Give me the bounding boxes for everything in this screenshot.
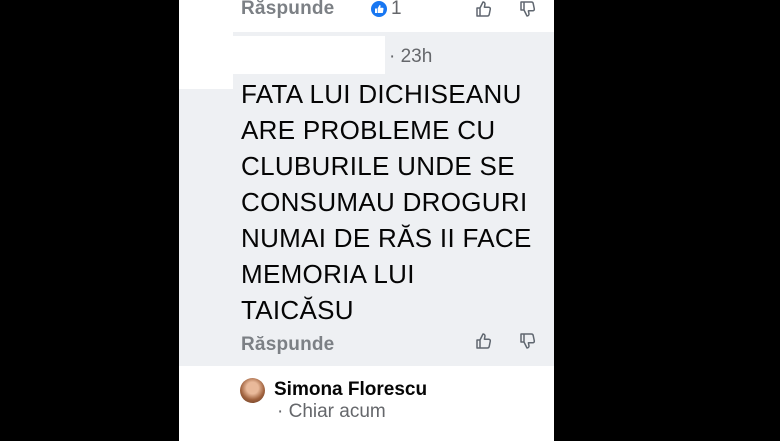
avatar[interactable] <box>240 378 265 403</box>
reply-button[interactable]: Răspunde <box>241 334 334 356</box>
redacted-author-name <box>233 36 385 74</box>
like-count: 1 <box>391 0 402 19</box>
comment-bubble-extension <box>179 89 233 366</box>
comment-author-name[interactable]: Simona Florescu <box>274 379 427 401</box>
like-badge-icon <box>371 1 387 17</box>
thumbs-up-icon[interactable] <box>475 0 493 18</box>
comment-bubble: · 23h FATA LUI DICHISEANU ARE PROBLEME C… <box>233 32 554 366</box>
reply-button[interactable]: Răspunde <box>241 0 334 20</box>
screenshot-stage: Răspunde 1 · 23h FATA LUI DICHISEANU ARE… <box>0 0 780 441</box>
comment-text: FATA LUI DICHISEANU ARE PROBLEME CU CLUB… <box>241 79 532 325</box>
comment-timestamp: · Chiar acum <box>277 401 386 422</box>
previous-comment-actions: Răspunde 1 <box>179 0 554 32</box>
comments-panel: Răspunde 1 · 23h FATA LUI DICHISEANU ARE… <box>179 0 554 441</box>
thumbs-down-icon[interactable] <box>519 0 537 18</box>
comment-timestamp: · 23h <box>389 46 433 67</box>
reaction-count[interactable]: 1 <box>371 0 402 18</box>
next-comment: Simona Florescu · Chiar acum <box>179 366 554 441</box>
thumbs-down-icon[interactable] <box>519 332 537 350</box>
thumbs-up-icon[interactable] <box>475 332 493 350</box>
